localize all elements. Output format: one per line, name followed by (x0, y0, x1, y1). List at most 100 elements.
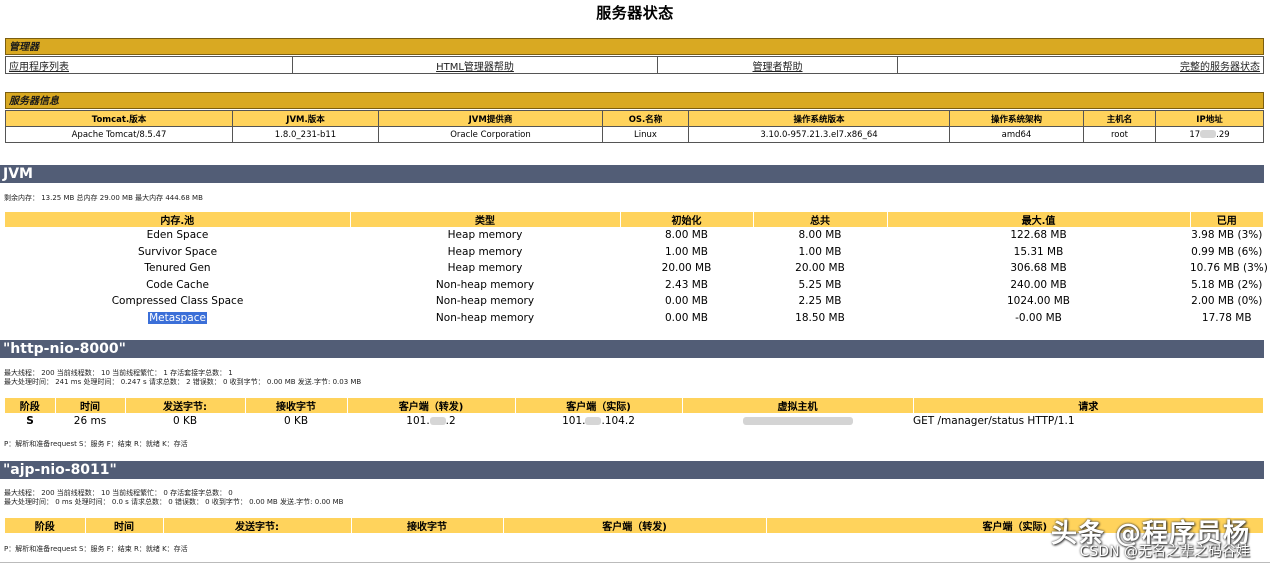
pool-initial: 2.43 MB (665, 278, 708, 291)
bytes-received-value: 0 KB (283, 415, 309, 427)
header-used: 已用 (1190, 212, 1264, 227)
table-row: Tenured Gen Heap memory 20.00 MB 20.00 M… (5, 260, 1267, 277)
jvm-version-value: 1.8.0_231-b11 (232, 126, 379, 143)
http-header-row: 阶段 时间 发送字节: 接收字节 客户端（转发) 客户端（实际) 虚拟主机 请求 (5, 398, 1264, 413)
watermark-sub: CSDN @无名之辈之码谷娃 (1079, 544, 1250, 560)
full-server-status-link[interactable]: 完整的服务器状态 (1180, 62, 1260, 73)
redacted-blur (585, 417, 602, 425)
pool-name: Eden Space (146, 229, 209, 242)
time-value: 26 ms (73, 415, 107, 427)
pool-used: 2.00 MB (0%) (1191, 295, 1263, 308)
pool-initial: 20.00 MB (661, 262, 712, 275)
pool-initial: 0.00 MB (665, 311, 708, 324)
http-thread-info: 最大线程： 200 当前线程数： 10 当前线程繁忙： 1 存活套接字总数： 1 (4, 369, 233, 377)
header-jvm-vendor: JVM提供商 (378, 110, 603, 127)
pool-name: Code Cache (146, 278, 209, 291)
header-bytes-sent: 发送字节: (163, 518, 352, 533)
http-stage-legend: P：解析和准备request S：服务 F：结束 R：就绪 K：存活 (4, 440, 188, 448)
header-pool: 内存.池 (5, 212, 351, 227)
header-client-forwarded: 客户端（转发) (347, 398, 516, 413)
header-ip: IP地址 (1155, 110, 1264, 127)
ajp-processing-info: 最大处理时间： 0 ms 处理时间： 0.0 s 请求总数： 0 错误数： 0 … (4, 498, 344, 506)
ajp-stage-legend: P：解析和准备request S：服务 F：结束 R：就绪 K：存活 (4, 545, 188, 553)
pool-type: Heap memory (447, 229, 523, 242)
memory-header-row: 内存.池 类型 初始化 总共 最大.值 已用 (5, 212, 1264, 227)
manager-heading: 管理器 (5, 38, 1264, 55)
header-virtual-host: 虚拟主机 (682, 398, 914, 413)
header-bytes-received: 接收字节 (351, 518, 504, 533)
manager-help-link[interactable]: 管理者帮助 (753, 62, 803, 73)
header-os-arch: 操作系统架构 (949, 110, 1084, 127)
pool-initial: 1.00 MB (665, 245, 708, 258)
header-request: 请求 (913, 398, 1264, 413)
header-tomcat-version: Tomcat.版本 (5, 110, 233, 127)
os-version-value: 3.10.0-957.21.3.el7.x86_64 (688, 126, 950, 143)
header-jvm-version: JVM.版本 (232, 110, 379, 127)
header-time: 时间 (55, 398, 126, 413)
pool-type: Non-heap memory (435, 311, 535, 324)
ip-suffix: .29 (1216, 129, 1230, 140)
server-info-table: Tomcat.版本 JVM.版本 JVM提供商 OS.名称 操作系统版本 操作系… (5, 110, 1264, 143)
jvm-vendor-value: Oracle Corporation (378, 126, 603, 143)
header-os-name: OS.名称 (602, 110, 689, 127)
pool-total: 8.00 MB (798, 229, 842, 242)
pool-max: 122.68 MB (1010, 229, 1067, 242)
http-processing-info: 最大处理时间： 241 ms 处理时间： 0.247 s 请求总数： 2 错误数… (4, 378, 362, 386)
pool-total: 5.25 MB (798, 278, 842, 291)
redacted-blur (742, 417, 853, 425)
pool-type: Heap memory (447, 245, 523, 258)
bytes-sent-value: 0 KB (172, 415, 198, 427)
pool-name: Survivor Space (137, 245, 218, 258)
http-connector-heading: "http-nio-8000" (0, 340, 1264, 358)
html-manager-help-link[interactable]: HTML管理器帮助 (436, 62, 514, 73)
ajp-connector-heading: "ajp-nio-8011" (0, 461, 1264, 479)
pool-type: Non-heap memory (435, 295, 535, 308)
header-stage: 阶段 (5, 518, 86, 533)
pool-used: 0.99 MB (6%) (1191, 245, 1263, 258)
header-hostname: 主机名 (1083, 110, 1156, 127)
link-cell-manager-help: 管理者帮助 (657, 56, 898, 74)
pool-used: 17.78 MB (1201, 311, 1252, 324)
client-forwarded-value: 101. .2 (347, 413, 515, 429)
table-row: Eden Space Heap memory 8.00 MB 8.00 MB 1… (5, 227, 1264, 244)
header-time: 时间 (85, 518, 164, 533)
divider (0, 562, 1270, 563)
link-cell-html-help: HTML管理器帮助 (292, 56, 658, 74)
pool-initial: 0.00 MB (665, 295, 708, 308)
tomcat-version-value: Apache Tomcat/8.5.47 (5, 126, 233, 143)
pool-name: Compressed Class Space (111, 295, 244, 308)
pool-initial: 8.00 MB (665, 229, 708, 242)
selected-text[interactable]: Metaspace (148, 311, 207, 324)
pool-total: 20.00 MB (795, 262, 845, 275)
header-client-actual: 客户端（实际) (515, 398, 683, 413)
header-max: 最大.值 (887, 212, 1191, 227)
pool-name: Metaspace (5, 310, 350, 327)
pool-max: 15.31 MB (1013, 245, 1064, 258)
header-bytes-received: 接收字节 (245, 398, 348, 413)
pool-type: Non-heap memory (435, 278, 535, 291)
server-info-heading: 服务器信息 (5, 92, 1264, 109)
redacted-blur (1200, 130, 1217, 138)
os-name-value: Linux (602, 126, 689, 143)
pool-max: 306.68 MB (1010, 262, 1067, 275)
table-row: Code Cache Non-heap memory 2.43 MB 5.25 … (5, 277, 1264, 294)
pool-used: 5.18 MB (2%) (1191, 278, 1263, 291)
manager-links-table: 应用程序列表 HTML管理器帮助 管理者帮助 完整的服务器状态 (5, 56, 1264, 74)
table-row: Survivor Space Heap memory 1.00 MB 1.00 … (5, 244, 1264, 261)
server-info-value-row: Apache Tomcat/8.5.47 1.8.0_231-b11 Oracl… (5, 126, 1264, 143)
ip-value: 17.29 (1155, 126, 1264, 143)
pool-max: 240.00 MB (1010, 278, 1067, 291)
header-type: 类型 (350, 212, 621, 227)
stage-value: S (26, 415, 34, 427)
pool-type: Heap memory (447, 262, 523, 275)
client-fwd-prefix: 101. (406, 415, 430, 427)
client-real-prefix: 101. (562, 415, 586, 427)
virtual-host-value (682, 413, 913, 429)
ajp-thread-info: 最大线程： 200 当前线程数： 10 当前线程繁忙： 0 存活套接字总数： 0 (4, 489, 233, 497)
header-bytes-sent: 发送字节: (125, 398, 246, 413)
header-stage: 阶段 (5, 398, 56, 413)
app-list-link[interactable]: 应用程序列表 (9, 62, 69, 73)
header-os-version: 操作系统版本 (688, 110, 950, 127)
table-row: Compressed Class Space Non-heap memory 0… (5, 293, 1264, 310)
table-row: S 26 ms 0 KB 0 KB 101. .2 101. .104.2 GET … (5, 413, 1264, 429)
